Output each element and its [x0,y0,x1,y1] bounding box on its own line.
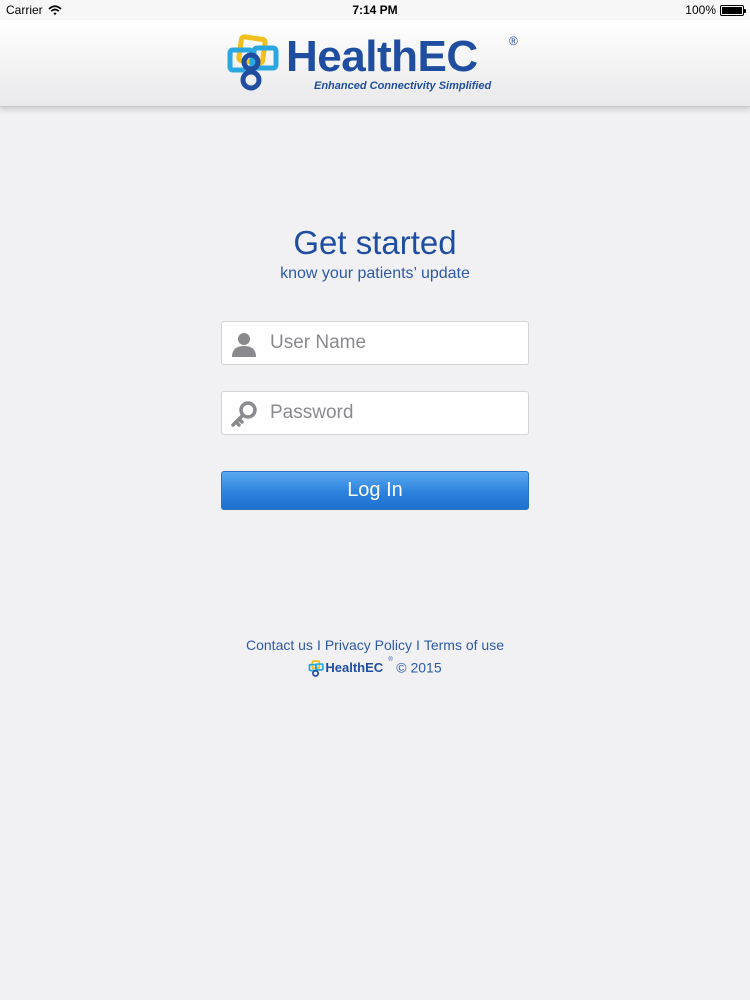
battery-percent: 100% [685,3,716,17]
contact-us-link[interactable]: Contact us [246,637,313,653]
footer-registered-mark: ® [388,657,393,663]
battery-icon [720,4,746,16]
key-icon [231,401,257,427]
logo-tagline: Enhanced Connectivity Simplified [314,80,492,92]
logo-mark-icon [227,34,279,91]
status-right: 100% [685,3,746,17]
logo-registered-mark: ® [509,34,518,48]
username-field[interactable] [221,321,529,365]
footer-copyright: HealthEC ® © 2015 [0,657,750,679]
terms-of-use-link[interactable]: Terms of use [424,637,504,653]
status-time: 7:14 PM [352,3,398,17]
footer-separator: I [316,637,321,653]
footer-links: Contact us I Privacy Policy I Terms of use [0,637,750,653]
password-field[interactable] [221,391,529,435]
copyright-text: © 2015 [396,659,442,676]
username-input[interactable] [270,322,520,364]
status-bar: Carrier 7:14 PM 100% [0,0,750,20]
logo-mark-icon [308,660,325,677]
login-button[interactable]: Log In [221,471,529,510]
page-subtitle: know your patients’ update [280,265,470,282]
privacy-policy-link[interactable]: Privacy Policy [325,637,412,653]
healthec-logo: HealthEC ® Enhanced Connectivity Simplif… [226,32,526,96]
app-header: HealthEC ® Enhanced Connectivity Simplif… [0,20,750,107]
footer-logo: HealthEC ® [308,657,393,679]
password-input[interactable] [270,392,520,434]
logo-brand-text: HealthEC [286,32,478,81]
footer-separator: I [415,637,420,653]
page-title: Get started [293,224,457,261]
footer-logo-text: HealthEC [325,660,384,675]
user-icon [232,333,256,357]
